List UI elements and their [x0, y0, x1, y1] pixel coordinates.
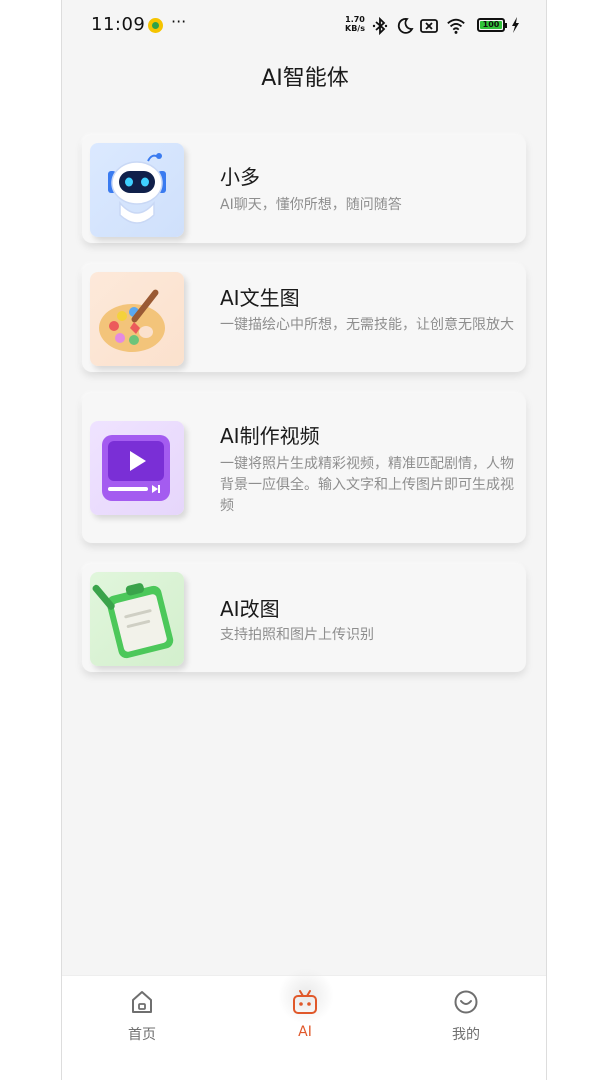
palette-icon [90, 272, 184, 366]
network-speed: 1.70 KB/s [342, 15, 368, 33]
nav-label-ai: AI [298, 1024, 312, 1040]
nav-label-mine: 我的 [452, 1027, 480, 1043]
phone-screen: 11:09 ··· 1.70 KB/s 100 AI智能体 小多 AI聊天，懂你… [61, 0, 547, 1080]
page-title: AI智能体 [261, 66, 349, 91]
card-title: AI改图 [220, 597, 280, 621]
charging-bolt-icon [512, 17, 519, 33]
nav-tab-ai[interactable]: AI [265, 988, 345, 1040]
network-speed-value: 1.70 [345, 15, 365, 24]
home-icon [132, 991, 152, 1013]
bottom-navigation: 首页 AI 我的 [62, 968, 546, 1080]
battery-level: 100 [480, 21, 502, 29]
card-description: AI聊天，懂你所想，随问随答 [220, 197, 402, 213]
more-notifications-icon: ··· [171, 12, 187, 31]
nav-label-home: 首页 [128, 1027, 156, 1043]
robot-icon [90, 143, 184, 237]
nav-tab-mine[interactable]: 我的 [426, 988, 506, 1044]
network-speed-unit: KB/s [345, 24, 365, 33]
agent-card-image-edit[interactable]: AI改图 支持拍照和图片上传识别 [82, 564, 526, 672]
no-sim-icon [420, 19, 438, 33]
nav-tab-home[interactable]: 首页 [102, 988, 182, 1044]
status-bar: 11:09 ··· 1.70 KB/s 100 [62, 0, 546, 50]
agent-card-xiaoduo[interactable]: 小多 AI聊天，懂你所想，随问随答 [82, 135, 526, 243]
clipboard-edit-icon [90, 572, 184, 666]
card-title: 小多 [220, 165, 260, 189]
do-not-disturb-moon-icon [397, 18, 414, 34]
face-icon [454, 990, 478, 1014]
card-title: AI制作视频 [220, 424, 320, 448]
card-description: 一键将照片生成精彩视频，精准匹配剧情，人物 背景一应俱全。输入文字和上传图片即可… [220, 456, 514, 514]
card-description: 一键描绘心中所想，无需技能，让创意无限放大 [220, 317, 514, 333]
card-description: 支持拍照和图片上传识别 [220, 627, 374, 643]
agent-card-text-to-image[interactable]: AI文生图 一键描绘心中所想，无需技能，让创意无限放大 [82, 264, 526, 372]
video-icon [90, 421, 184, 515]
notification-app-icon [148, 18, 163, 33]
battery-icon: 100 [477, 18, 507, 32]
card-title: AI文生图 [220, 286, 300, 310]
tv-robot-icon [293, 990, 317, 1014]
bluetooth-icon [372, 16, 388, 36]
status-time: 11:09 [91, 14, 146, 35]
wifi-icon [447, 18, 465, 34]
agent-card-video-maker[interactable]: AI制作视频 一键将照片生成精彩视频，精准匹配剧情，人物 背景一应俱全。输入文字… [82, 393, 526, 543]
